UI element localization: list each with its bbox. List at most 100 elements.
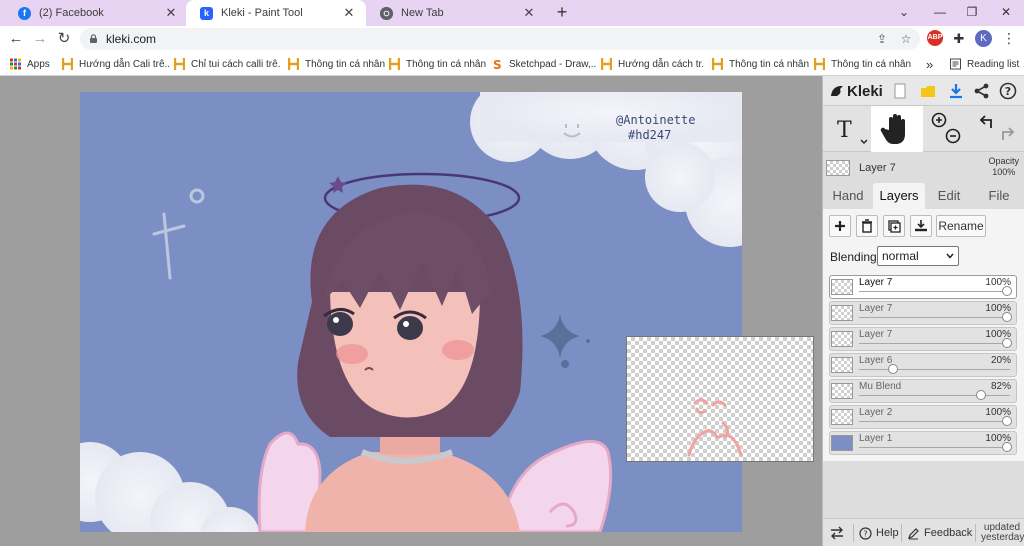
download-icon[interactable] bbox=[947, 82, 965, 100]
undo-redo-tool[interactable] bbox=[969, 106, 1024, 152]
lock-icon bbox=[90, 34, 97, 43]
text-tool[interactable]: T bbox=[823, 106, 871, 152]
layer-row[interactable]: Layer 1 100% bbox=[829, 431, 1017, 455]
opacity-slider-knob[interactable] bbox=[1002, 338, 1012, 348]
help-icon: ? bbox=[859, 526, 872, 540]
minimize-icon[interactable]: — bbox=[924, 0, 956, 26]
tab-kleki[interactable]: k Kleki - Paint Tool ✕ bbox=[186, 0, 366, 26]
bookmark-item[interactable]: S Sketchpad - Draw,... bbox=[492, 56, 596, 72]
text-tool-icon: T bbox=[837, 118, 868, 144]
share-icon[interactable] bbox=[973, 82, 991, 100]
opacity-slider-knob[interactable] bbox=[887, 364, 898, 374]
close-icon[interactable]: ✕ bbox=[522, 5, 536, 21]
help-circle-icon[interactable]: ? bbox=[999, 82, 1017, 100]
layer-row[interactable]: Layer 6 20% bbox=[829, 353, 1017, 377]
opacity-slider-knob[interactable] bbox=[1002, 286, 1012, 296]
kleki-header: Kleki ? bbox=[823, 76, 1024, 106]
add-layer-button[interactable] bbox=[829, 215, 851, 237]
drawing-canvas[interactable]: @Antoinette #hd247 bbox=[80, 92, 742, 532]
help-button[interactable]: ? Help bbox=[859, 519, 899, 547]
tab-new-tab[interactable]: New Tab ✕ bbox=[366, 0, 546, 26]
feedback-label: Feedback bbox=[924, 527, 973, 539]
opacity-slider-track[interactable] bbox=[859, 447, 1010, 448]
share-icon[interactable]: ⇪ bbox=[874, 31, 890, 47]
rename-layer-button[interactable]: Rename bbox=[936, 215, 986, 237]
bookmark-item[interactable]: Thông tin cá nhân bbox=[712, 56, 809, 72]
tab-search-icon[interactable]: ⌄ bbox=[888, 0, 920, 26]
opacity-slider-knob[interactable] bbox=[1002, 312, 1012, 322]
forward-arrow-icon[interactable]: → bbox=[30, 29, 50, 49]
layer-row[interactable]: Layer 2 100% bbox=[829, 405, 1017, 429]
layer-thumbnail bbox=[831, 357, 853, 373]
tab-hand[interactable]: Hand bbox=[827, 183, 869, 209]
opacity-slider-track[interactable] bbox=[859, 317, 1010, 318]
kleki-logo[interactable]: Kleki bbox=[829, 81, 883, 101]
blending-label: Blending bbox=[830, 250, 877, 264]
bookmark-item[interactable]: Thông tin cá nhân bbox=[389, 56, 486, 72]
artist-handle: @Antoinette bbox=[616, 113, 695, 127]
back-arrow-icon[interactable]: ← bbox=[6, 29, 26, 49]
bookmark-item[interactable]: Hướng dẫn cách tr... bbox=[601, 56, 705, 72]
opacity-slider-track[interactable] bbox=[859, 369, 1010, 370]
browser-toolbar: ← → ↻ kleki.com ⇪ ☆ ABP ✚ K ⋮ bbox=[0, 26, 1024, 52]
opacity-slider-knob[interactable] bbox=[976, 390, 987, 400]
window-close-icon[interactable]: ✕ bbox=[990, 0, 1022, 26]
opacity-slider-track[interactable] bbox=[859, 291, 1010, 292]
bookmark-item[interactable]: Chỉ tui cách calli trê... bbox=[174, 56, 280, 72]
layer-row[interactable]: Mu Blend 82% bbox=[829, 379, 1017, 403]
hand-tool[interactable] bbox=[871, 106, 923, 152]
bookmark-item[interactable]: Thông tin cá nhân bbox=[814, 56, 911, 72]
bookmark-h-icon bbox=[601, 58, 612, 70]
opacity-slider-knob[interactable] bbox=[1002, 442, 1012, 452]
swap-arrows-icon bbox=[831, 526, 843, 540]
layer-row[interactable]: Layer 7 100% bbox=[829, 275, 1017, 299]
bookmark-apps[interactable]: Apps bbox=[10, 56, 50, 72]
tab-edit[interactable]: Edit bbox=[927, 183, 971, 209]
bookmark-item[interactable]: Thông tin cá nhân bbox=[288, 56, 385, 72]
bookmark-label: Sketchpad - Draw,... bbox=[509, 58, 596, 70]
opacity-slider-knob[interactable] bbox=[1002, 416, 1012, 426]
zoom-tool[interactable] bbox=[923, 106, 969, 152]
close-icon[interactable]: ✕ bbox=[342, 5, 356, 21]
bookmark-star-icon[interactable]: ☆ bbox=[898, 31, 914, 47]
blending-select[interactable]: normal bbox=[877, 246, 959, 266]
reload-icon[interactable]: ↻ bbox=[54, 29, 74, 49]
profile-avatar[interactable]: K bbox=[975, 30, 992, 47]
layer-preview-window[interactable] bbox=[626, 336, 814, 462]
bookmark-item[interactable]: Hướng dẫn Cali trê... bbox=[62, 56, 170, 72]
layer-name: Mu Blend bbox=[859, 381, 902, 392]
layer-row[interactable]: Layer 7 100% bbox=[829, 301, 1017, 325]
merge-down-icon bbox=[915, 220, 927, 232]
reading-list-button[interactable]: Reading list bbox=[950, 56, 1019, 72]
canvas-workspace[interactable]: @Antoinette #hd247 bbox=[0, 76, 822, 546]
layer-name: Layer 7 bbox=[859, 303, 893, 314]
delete-layer-button[interactable] bbox=[856, 215, 878, 237]
opacity-slider-track[interactable] bbox=[859, 395, 1010, 396]
new-tab-button[interactable]: + bbox=[552, 2, 572, 22]
sparkle-doodle bbox=[540, 314, 580, 358]
bookmark-h-icon bbox=[62, 58, 73, 70]
menu-kebab-icon[interactable]: ⋮ bbox=[1002, 28, 1016, 48]
close-icon[interactable]: ✕ bbox=[164, 5, 178, 21]
tab-layers[interactable]: Layers bbox=[873, 183, 925, 209]
merge-down-button[interactable] bbox=[910, 215, 932, 237]
duplicate-layer-button[interactable] bbox=[883, 215, 905, 237]
restore-icon[interactable]: ❐ bbox=[956, 0, 988, 26]
bookmarks-overflow-button[interactable]: » bbox=[926, 56, 933, 72]
open-folder-icon[interactable] bbox=[919, 82, 937, 100]
cloud-top-right bbox=[470, 92, 742, 247]
zoom-in-out-icon bbox=[931, 112, 961, 144]
tab-facebook[interactable]: f (2) Facebook ✕ bbox=[4, 0, 188, 26]
layer-row[interactable]: Layer 7 100% bbox=[829, 327, 1017, 351]
url-text[interactable]: kleki.com bbox=[106, 32, 156, 46]
address-bar[interactable]: kleki.com ⇪ ☆ bbox=[80, 28, 920, 50]
opacity-slider-track[interactable] bbox=[859, 343, 1010, 344]
adblock-icon[interactable]: ABP bbox=[927, 30, 943, 46]
extensions-puzzle-icon[interactable]: ✚ bbox=[951, 31, 967, 47]
new-image-icon[interactable] bbox=[891, 82, 909, 100]
tab-file[interactable]: File bbox=[977, 183, 1021, 209]
updated-note[interactable]: updated yesterday bbox=[981, 523, 1024, 543]
opacity-slider-track[interactable] bbox=[859, 421, 1010, 422]
swap-side-button[interactable] bbox=[829, 519, 849, 547]
feedback-button[interactable]: Feedback bbox=[907, 519, 972, 547]
